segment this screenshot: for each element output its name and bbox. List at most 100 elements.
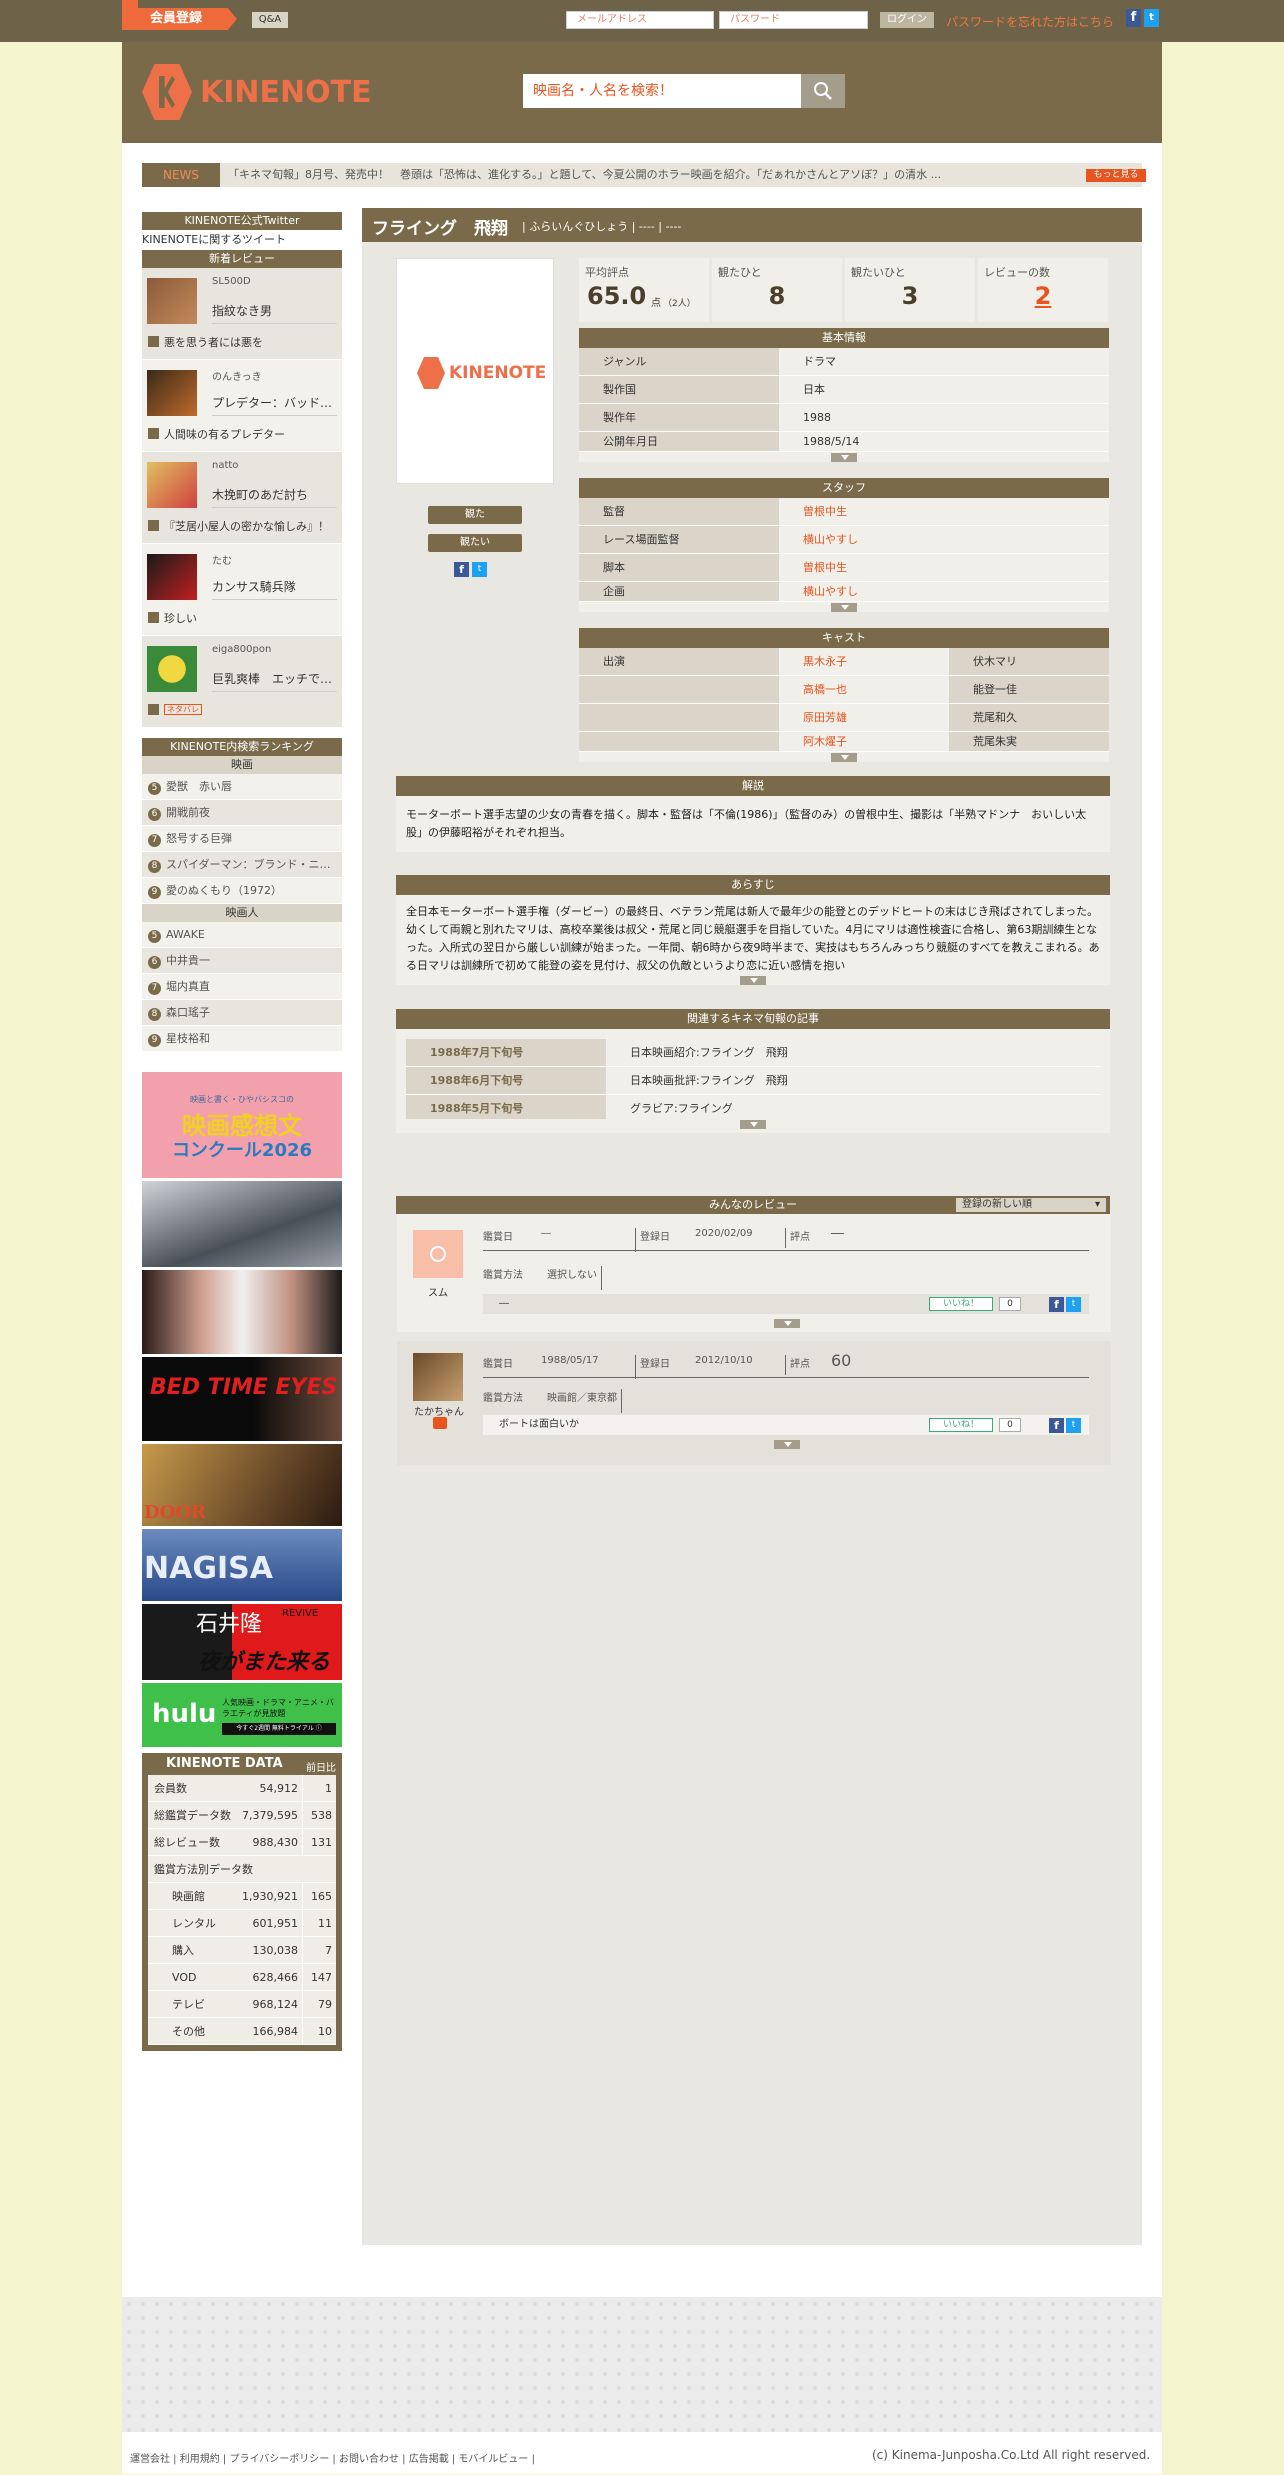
staff-link[interactable]: 曽根中生	[803, 505, 847, 518]
article-row[interactable]: 1988年6月下旬号 日本映画批評:フライング 飛翔	[406, 1067, 1100, 1095]
synopsis-text: 全日本モーターボート選手権（ダービー）の最終日、ベテラン荒尾は新人で最年少の能登…	[406, 905, 1100, 972]
ranking-item[interactable]: 6 中井貴一	[142, 948, 342, 974]
movie-banner[interactable]: NAGISA	[142, 1529, 342, 1601]
watched-button[interactable]: 観た	[428, 506, 522, 524]
ranking-item[interactable]: 5 AWAKE	[142, 922, 342, 948]
article-row[interactable]: 1988年5月下旬号 グラビア:フライング	[406, 1095, 1100, 1119]
facebook-icon[interactable]: f	[1049, 1297, 1064, 1312]
rank-number: 8	[148, 1008, 161, 1021]
cast-row: 出演 黒木永子 伏木マリ	[579, 648, 1109, 676]
review-count-link[interactable]: 2	[978, 282, 1108, 310]
password-field[interactable]: パスワード	[719, 11, 868, 29]
expand-arrow[interactable]	[579, 602, 1109, 612]
ishii-title: 夜がまた来る	[198, 1650, 331, 1675]
ranking-heading: KINENOTE内検索ランキング	[142, 738, 342, 756]
news-text[interactable]: 「キネマ旬報」8月号、発売中！ 巻頭は「恐怖は、進化する。」と題して、今夏公開の…	[228, 163, 1028, 187]
qa-button[interactable]: Q&A	[252, 12, 288, 28]
logo-text: KINENOTE	[200, 74, 372, 110]
movie-banner[interactable]: 石井隆 REVIVE 夜がまた来る	[142, 1604, 342, 1680]
cast-link[interactable]: 高橋一也	[803, 683, 847, 696]
cast-link[interactable]: 原田芳雄	[803, 711, 847, 724]
review-text: 人間味の有るプレデター	[164, 428, 285, 441]
movie-banner[interactable]: BED TIME EYES	[142, 1357, 342, 1441]
like-button[interactable]: いいね！	[929, 1418, 993, 1432]
want-to-watch-button[interactable]: 観たい	[428, 534, 522, 552]
info-row: 公開年月日 1988/5/14	[579, 432, 1109, 452]
ranking-item[interactable]: 5 愛獣 赤い唇	[142, 774, 342, 800]
stat-reviews[interactable]: レビューの数 2	[978, 258, 1108, 322]
info-row: 製作国 日本	[579, 376, 1109, 404]
staff-link[interactable]: 横山やすし	[803, 585, 858, 598]
staff-link[interactable]: 横山やすし	[803, 533, 858, 546]
hulu-banner[interactable]: hulu 人気映画・ドラマ・アニメ・バラエティが見放題 今すぐ2週間 無料トライ…	[142, 1683, 342, 1747]
sidebar-review-item[interactable]: natto 木挽町のあだ討ち 『芝居小屋人の密かな愉しみ』！	[142, 452, 342, 544]
twitter-icon[interactable]: t	[472, 562, 487, 577]
review-movie[interactable]: 巨乳爽棒 エッチで…	[212, 670, 337, 692]
email-field[interactable]: メールアドレス	[566, 11, 714, 29]
cast-heading: キャスト	[579, 628, 1109, 648]
expand-arrow[interactable]	[579, 752, 1109, 762]
review-movie[interactable]: カンサス騎兵隊	[212, 578, 337, 600]
sidebar-review-item[interactable]: SL500D 指紋なき男 悪を思う者には悪を	[142, 268, 342, 360]
rank-title: 星枝裕和	[166, 1032, 210, 1045]
movie-banner[interactable]	[142, 1270, 342, 1354]
sidebar-review-item[interactable]: たむ カンサス騎兵隊 珍しい	[142, 544, 342, 636]
hulu-trial-button[interactable]: 今すぐ2週間 無料トライアル ⓘ	[222, 1723, 336, 1735]
review-movie[interactable]: プレデター：バッド…	[212, 394, 337, 416]
sidebar-review-item[interactable]: のんきっき プレデター：バッド… 人間味の有るプレデター	[142, 360, 342, 452]
facebook-icon[interactable]: f	[454, 562, 469, 577]
like-count: 0	[999, 1297, 1021, 1311]
article-row[interactable]: 1988年7月下旬号 日本映画紹介:フライング 飛翔	[406, 1039, 1100, 1067]
ranking-item[interactable]: 9 星枝裕和	[142, 1026, 342, 1052]
ranking-item[interactable]: 7 堀内真直	[142, 974, 342, 1000]
expand-arrow[interactable]	[396, 1119, 1110, 1129]
review-user[interactable]: たかちゃん	[407, 1403, 471, 1418]
contest-banner[interactable]: 映画と書く・ひやバシスコの 映画感想文 コンクール2026	[142, 1072, 342, 1178]
search-button[interactable]	[801, 74, 845, 108]
login-button[interactable]: ログイン	[880, 12, 934, 28]
rank-number: 7	[148, 982, 161, 995]
twitter-link[interactable]: KINENOTEに関するツイート	[142, 230, 342, 250]
staff-link[interactable]: 曽根中生	[803, 561, 847, 574]
expand-arrow[interactable]	[757, 1318, 817, 1328]
facebook-icon[interactable]: f	[1126, 9, 1141, 27]
user-icon	[148, 520, 159, 531]
movie-banner[interactable]: DOOR	[142, 1444, 342, 1526]
twitter-icon[interactable]: t	[1066, 1418, 1081, 1433]
footer-links[interactable]: 運営会社 | 利用規約 | プライバシーポリシー | お問い合わせ | 広告掲載…	[130, 2450, 535, 2465]
ranking-item[interactable]: 9 愛のぬくもり（1972）	[142, 878, 342, 904]
review-movie[interactable]: 木挽町のあだ討ち	[212, 486, 337, 508]
ranking-item[interactable]: 6 開戦前夜	[142, 800, 342, 826]
expand-arrow[interactable]	[757, 1439, 817, 1449]
average-score-value: 65.0	[587, 282, 647, 310]
copyright: (c) Kinema-Junposha.Co.Ltd All right res…	[872, 2448, 1151, 2462]
twitter-icon[interactable]: t	[1144, 9, 1159, 27]
rank-number: 8	[148, 860, 161, 873]
like-button[interactable]: いいね！	[929, 1297, 993, 1311]
ranking-item[interactable]: 8 スパイダーマン：ブランド・ニ…	[142, 852, 342, 878]
movie-banner[interactable]	[142, 1181, 342, 1267]
signup-button[interactable]: 会員登録	[122, 8, 237, 30]
ranking-person-heading: 映画人	[142, 904, 342, 922]
cast-link[interactable]: 黒木永子	[803, 655, 847, 668]
site-logo[interactable]: KINENOTE	[142, 64, 372, 120]
data-row: 映画館 1,930,921 165	[148, 1883, 336, 1910]
sort-select[interactable]: 登録の新しい順 ▾	[956, 1198, 1106, 1212]
expand-arrow[interactable]	[579, 452, 1109, 462]
ishii-name: 石井隆	[196, 1612, 263, 1637]
news-more-button[interactable]: もっと見る	[1086, 169, 1146, 182]
ranking-item[interactable]: 8 森口瑤子	[142, 1000, 342, 1026]
sidebar-review-item[interactable]: eiga800pon 巨乳爽棒 エッチで… ネタバレ	[142, 636, 342, 728]
facebook-icon[interactable]: f	[1049, 1418, 1064, 1433]
review-movie[interactable]: 指紋なき男	[212, 302, 337, 324]
twitter-heading: KINENOTE公式Twitter	[142, 212, 342, 230]
ranking-item[interactable]: 7 怒号する巨弾	[142, 826, 342, 852]
avatar	[413, 1230, 463, 1278]
forgot-password-link[interactable]: パスワードを忘れた方はこちら	[946, 13, 1114, 30]
review-user[interactable]: スム	[413, 1284, 463, 1299]
search-input[interactable]: 映画名・人名を検索！	[523, 74, 801, 108]
rank-title: スパイダーマン：ブランド・ニ…	[166, 858, 331, 871]
twitter-icon[interactable]: t	[1066, 1297, 1081, 1312]
cast-link[interactable]: 阿木燿子	[803, 735, 847, 748]
expand-arrow[interactable]	[396, 975, 1110, 985]
